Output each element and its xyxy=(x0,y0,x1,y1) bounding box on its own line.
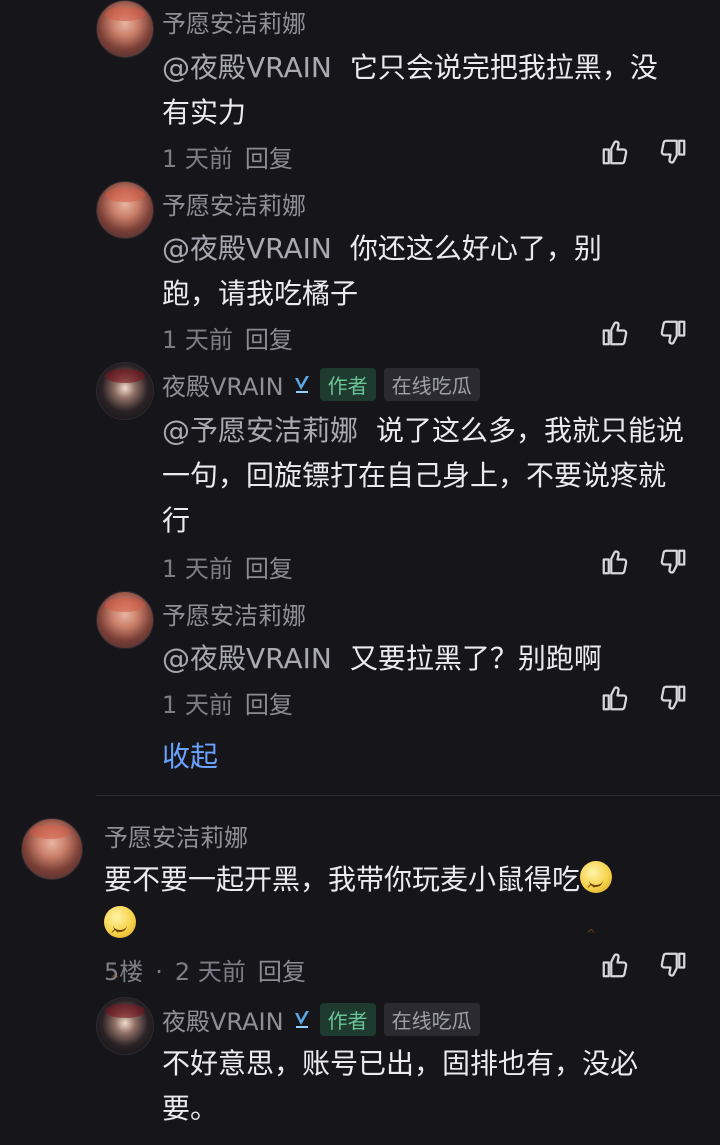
avatar[interactable] xyxy=(96,362,154,420)
reply-time: 1 天前 xyxy=(162,555,233,583)
reply-time: 1 天前 xyxy=(162,326,233,354)
comment-username[interactable]: 予愿安洁莉娜 xyxy=(104,818,248,853)
reply-content: @予愿安洁莉娜 说了这么多，我就只能说一句，回旋镖打在自己身上，不要说疼就行 xyxy=(162,408,692,543)
online-badge: 在线吃瓜 xyxy=(383,368,480,401)
author-badge: 作者 xyxy=(319,368,376,401)
reply-content: @夜殿VRAIN 它只会说完把我拉黑，没有实力 xyxy=(162,45,672,135)
reply-username[interactable]: 予愿安洁莉娜 xyxy=(162,186,306,221)
floor-number: 5楼 xyxy=(104,958,144,986)
reply-button[interactable]: 回复 xyxy=(245,555,293,583)
mention-link[interactable]: @夜殿VRAIN xyxy=(162,232,332,265)
thumb-down-icon[interactable] xyxy=(658,683,688,713)
thumb-up-icon[interactable] xyxy=(600,318,630,348)
reply-text: 不好意思，账号已出，固排也有，没必要。 xyxy=(162,1047,639,1125)
reply-time: 1 天前 xyxy=(162,145,233,173)
thumb-up-icon[interactable] xyxy=(600,547,630,577)
comment-time: 2 天前 xyxy=(174,958,246,986)
verified-icon xyxy=(294,1010,309,1028)
avatar[interactable] xyxy=(96,997,154,1055)
reply-meta: 1 天前 回复 xyxy=(162,139,305,174)
reply-meta: 1 天前 回复 xyxy=(162,320,305,355)
reply-button[interactable]: 回复 xyxy=(245,145,293,173)
thumb-up-icon[interactable] xyxy=(600,137,630,167)
reply-content: 不好意思，账号已出，固排也有，没必要。 xyxy=(162,1041,692,1131)
reply-content: @夜殿VRAIN 你还这么好心了，别跑，请我吃橘子 xyxy=(162,226,652,316)
reply-username[interactable]: 予愿安洁莉娜 xyxy=(162,4,306,39)
meta-separator: · xyxy=(155,958,163,986)
username-text[interactable]: 夜殿VRAIN xyxy=(162,1002,284,1037)
collapse-replies-button[interactable]: 收起 xyxy=(162,735,218,775)
thumb-down-icon[interactable] xyxy=(658,137,688,167)
divider xyxy=(96,795,720,796)
username-text[interactable]: 予愿安洁莉娜 xyxy=(162,186,306,221)
username-text[interactable]: 予愿安洁莉娜 xyxy=(104,818,248,853)
avatar[interactable] xyxy=(96,181,154,239)
reply-content: @夜殿VRAIN 又要拉黑了？别跑啊 xyxy=(162,636,702,681)
comment-content: 要不要一起开黑，我带你玩麦小鼠得吃 xyxy=(104,857,674,1002)
reply-text: 又要拉黑了？别跑啊 xyxy=(349,642,602,675)
reply-time: 1 天前 xyxy=(162,691,233,719)
mention-link[interactable]: @夜殿VRAIN xyxy=(162,51,332,84)
reply-username[interactable]: 夜殿VRAIN 作者 在线吃瓜 xyxy=(162,1002,480,1037)
thumb-down-icon[interactable] xyxy=(658,547,688,577)
reply-button[interactable]: 回复 xyxy=(245,326,293,354)
mention-link[interactable]: @予愿安洁莉娜 xyxy=(162,414,358,447)
username-text[interactable]: 予愿安洁莉娜 xyxy=(162,596,306,631)
reply-meta: 1 天前 回复 xyxy=(162,685,305,720)
reply-username[interactable]: 夜殿VRAIN 作者 在线吃瓜 xyxy=(162,367,480,402)
verified-icon xyxy=(294,375,309,393)
reply-button[interactable]: 回复 xyxy=(258,958,306,986)
thumb-up-icon[interactable] xyxy=(600,683,630,713)
smile-emoji-icon xyxy=(104,906,136,1002)
smile-emoji-icon xyxy=(580,861,613,957)
thumb-up-icon[interactable] xyxy=(600,950,630,980)
mention-link[interactable]: @夜殿VRAIN xyxy=(162,642,332,675)
comment-text: 要不要一起开黑，我带你玩麦小鼠得吃 xyxy=(104,863,581,896)
avatar[interactable] xyxy=(96,591,154,649)
username-text[interactable]: 予愿安洁莉娜 xyxy=(162,4,306,39)
avatar[interactable] xyxy=(21,818,83,880)
thumb-down-icon[interactable] xyxy=(658,950,688,980)
reply-username[interactable]: 予愿安洁莉娜 xyxy=(162,596,306,631)
avatar[interactable] xyxy=(96,0,154,58)
author-badge: 作者 xyxy=(319,1003,376,1036)
reply-button[interactable]: 回复 xyxy=(245,691,293,719)
comment-meta: 5楼 · 2 天前 回复 xyxy=(104,952,318,987)
username-text[interactable]: 夜殿VRAIN xyxy=(162,367,284,402)
reply-meta: 1 天前 回复 xyxy=(162,549,305,584)
thumb-down-icon[interactable] xyxy=(658,318,688,348)
online-badge: 在线吃瓜 xyxy=(383,1003,480,1036)
